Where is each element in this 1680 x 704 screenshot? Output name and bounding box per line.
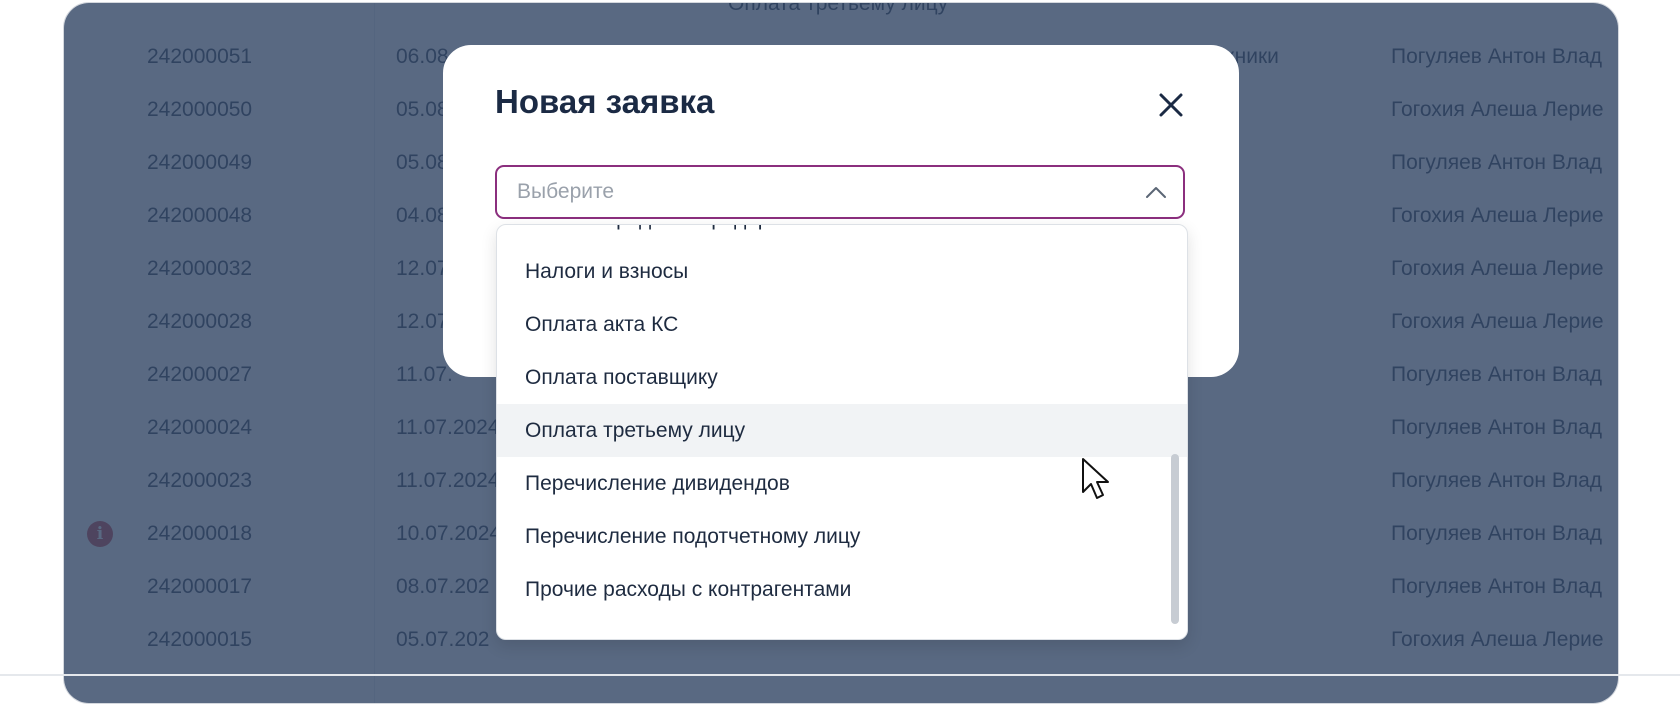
close-icon — [1159, 93, 1183, 117]
dropdown-option[interactable]: Налоги и взносы — [497, 245, 1187, 298]
dropdown-option-label: Оплата акта КС — [525, 312, 679, 336]
chevron-up-icon[interactable] — [1143, 180, 1169, 206]
dropdown-option-label: Личные средства предпринимателя — [525, 225, 874, 231]
dropdown-option-label: Оплата поставщику — [525, 365, 718, 389]
dropdown-option-label: Перечисление дивидендов — [525, 471, 790, 495]
modal-title: Новая заявка — [495, 83, 715, 120]
dropdown-scrollbar[interactable] — [1171, 454, 1179, 624]
dropdown-option[interactable]: Оплата третьему лицу — [497, 404, 1187, 457]
dropdown-option[interactable]: Оплата поставщику — [497, 351, 1187, 404]
select-dropdown: Прочие расходы с контрагентами Перечислен… — [496, 224, 1188, 640]
dropdown-option[interactable]: Прочие расходы с контрагентами — [497, 563, 1187, 616]
dropdown-option-label: Оплата третьему лицу — [525, 418, 746, 442]
dropdown-option[interactable]: Оплата акта КС — [497, 298, 1187, 351]
dropdown-option[interactable]: Перечисление подотчетному лицу — [497, 510, 1187, 563]
dropdown-option-label: Перечисление подотчетному лицу — [525, 524, 861, 548]
request-type-select[interactable]: Выберите — [495, 165, 1185, 219]
mouse-cursor-icon — [1082, 458, 1109, 499]
dropdown-option-label: Налоги и взносы — [525, 259, 689, 283]
dropdown-option-label: Прочие расходы с контрагентами — [525, 577, 852, 601]
close-button[interactable] — [1149, 83, 1193, 127]
select-placeholder: Выберите — [517, 180, 615, 203]
dropdown-option[interactable]: Личные средства предпринимателя — [497, 225, 1187, 245]
